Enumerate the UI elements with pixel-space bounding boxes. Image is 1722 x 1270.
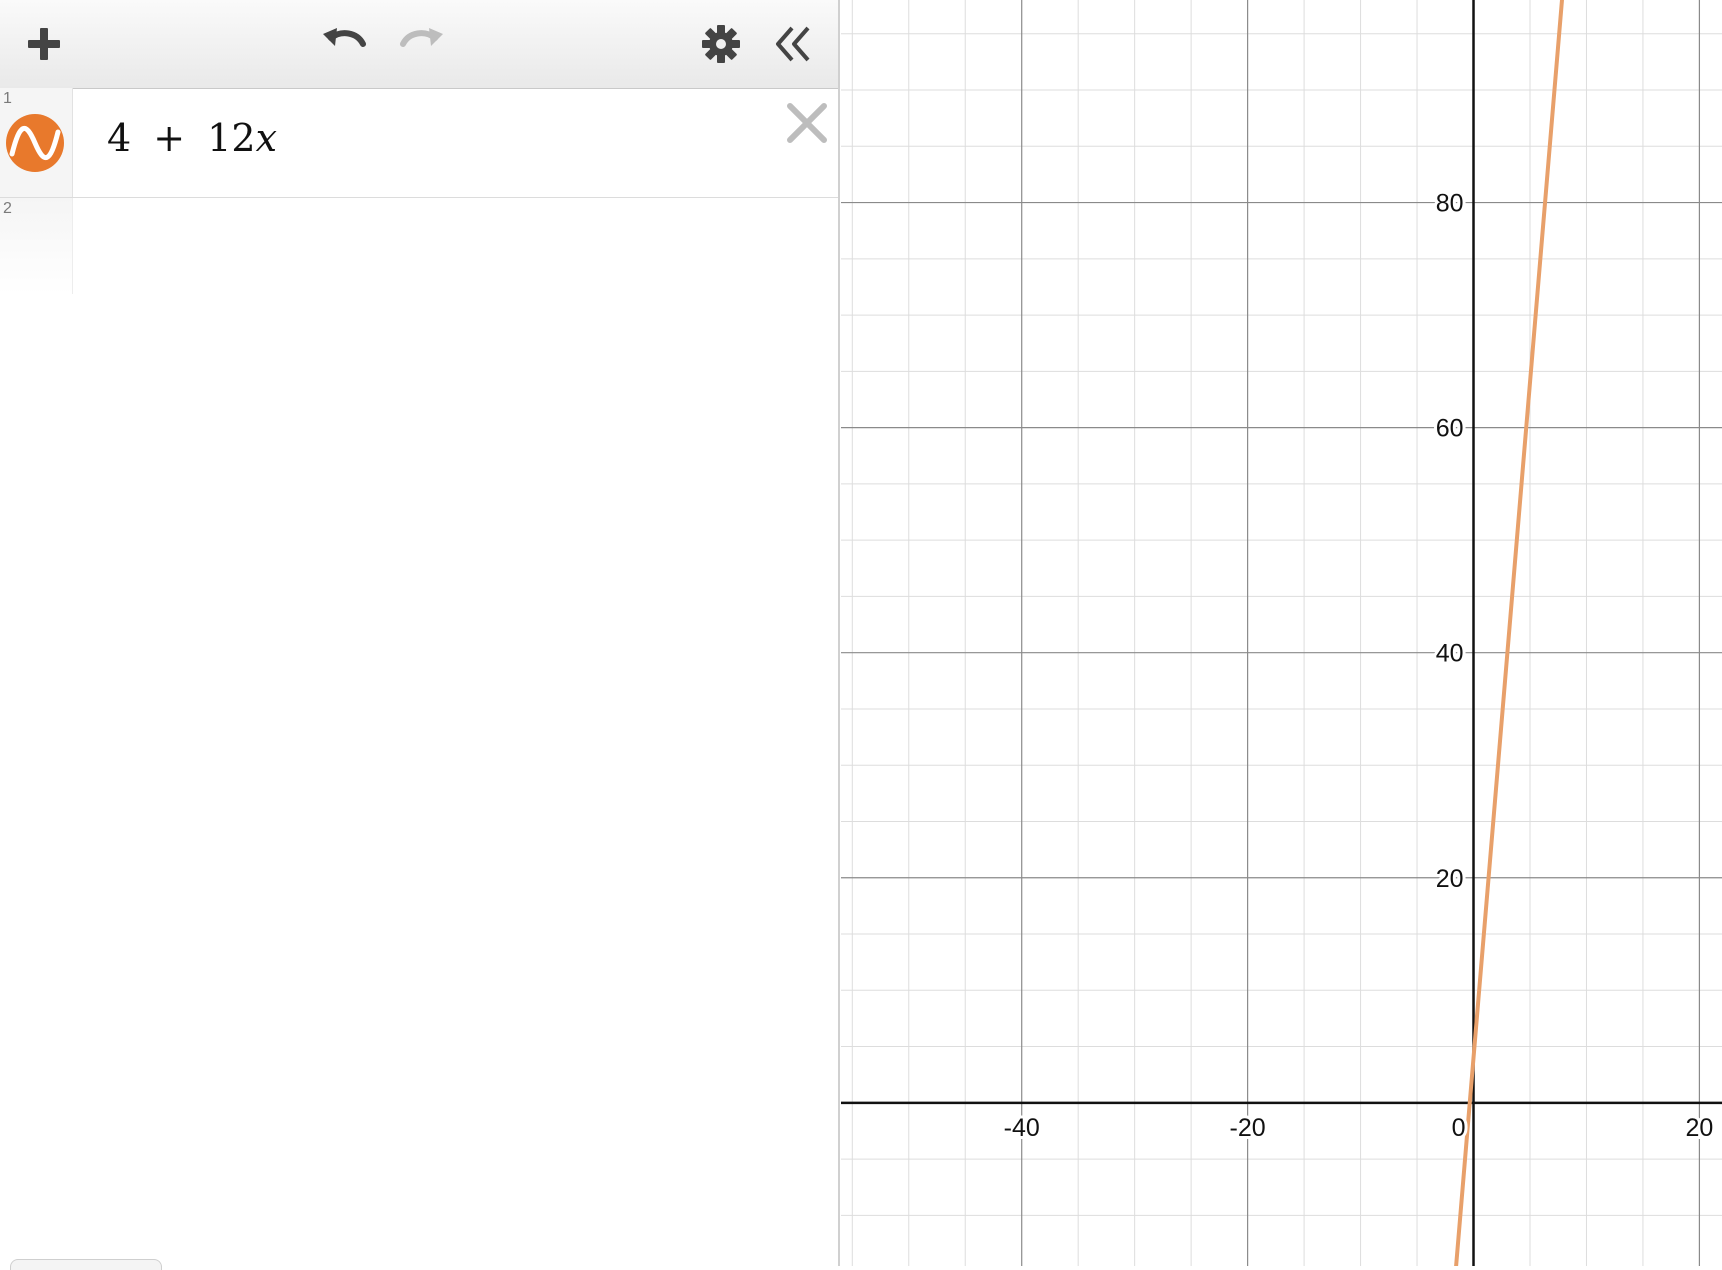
x-tick-label: 0 bbox=[1452, 1114, 1466, 1142]
expression-row-2[interactable]: 2 bbox=[0, 198, 838, 294]
y-tick-label: 60 bbox=[1436, 415, 1464, 443]
graph-paper[interactable]: -40 -20 0 20 20 40 60 80 bbox=[841, 0, 1722, 1266]
y-tick-label: 80 bbox=[1436, 190, 1464, 218]
expression-number: 1 bbox=[3, 90, 12, 107]
y-tick-label: 20 bbox=[1436, 865, 1464, 893]
y-tick-label: 40 bbox=[1436, 640, 1464, 668]
gear-icon bbox=[702, 25, 740, 63]
expression-constant: 4 bbox=[107, 116, 132, 160]
undo-button[interactable] bbox=[316, 14, 376, 74]
bottom-tab[interactable] bbox=[10, 1259, 162, 1270]
settings-button[interactable] bbox=[691, 14, 751, 74]
expression-gutter: 2 bbox=[0, 198, 73, 294]
delete-expression-button[interactable] bbox=[784, 100, 830, 146]
close-icon bbox=[787, 103, 827, 143]
expression-plus: + bbox=[153, 116, 186, 160]
redo-icon bbox=[400, 28, 443, 47]
plus-icon bbox=[28, 28, 60, 60]
undo-icon bbox=[323, 28, 366, 47]
x-tick-label: -20 bbox=[1230, 1114, 1266, 1142]
expression-coefficient: 12 bbox=[207, 116, 256, 160]
collapse-panel-button[interactable] bbox=[762, 14, 822, 74]
expression-row-1[interactable]: 1 4 + 12x bbox=[0, 88, 838, 198]
expression-variable: x bbox=[255, 116, 278, 160]
redo-button[interactable] bbox=[390, 14, 450, 74]
graph-canvas[interactable]: -40 -20 0 20 20 40 60 80 bbox=[841, 0, 1722, 1266]
x-tick-label: 20 bbox=[1686, 1114, 1714, 1142]
function-curve bbox=[1454, 0, 1564, 1266]
function-wave-icon[interactable] bbox=[6, 114, 64, 172]
expression-panel: 1 4 + 12x 2 bbox=[0, 0, 840, 1270]
expression-number: 2 bbox=[3, 200, 12, 217]
expression-input[interactable]: 4 + 12x bbox=[107, 116, 277, 160]
add-item-button[interactable] bbox=[14, 14, 74, 74]
expression-gutter: 1 bbox=[0, 88, 73, 197]
x-tick-label: -40 bbox=[1004, 1114, 1040, 1142]
double-chevron-left-icon bbox=[776, 26, 810, 62]
toolbar bbox=[0, 0, 838, 89]
